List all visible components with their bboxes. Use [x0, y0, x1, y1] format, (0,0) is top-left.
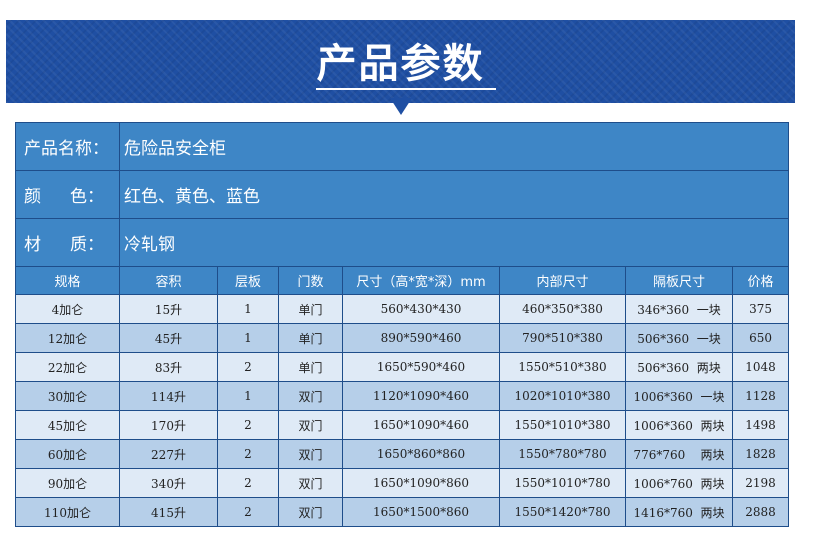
table-row: 45加仑 170升 2 双门 1650*1090*460 1550*1010*380 100… — [15, 410, 790, 440]
table-cell: 单门 — [278, 352, 343, 382]
table-cell: 460*350*380 — [499, 294, 626, 324]
table-cell: 776*760 两块 — [625, 439, 733, 469]
table-cell: 2 — [217, 497, 279, 527]
title-underline — [316, 88, 496, 90]
table-row: 60加仑 227升 2 双门 1650*860*860 1550*780*780 776*7… — [15, 439, 790, 469]
table-cell: 506*360 一块 — [625, 323, 733, 353]
table-cell: 1120*1090*460 — [342, 381, 500, 411]
table-cell: 890*590*460 — [342, 323, 500, 353]
table-cell: 双门 — [278, 439, 343, 469]
info-label: 颜色： — [15, 170, 120, 219]
table-cell: 30加仑 — [15, 381, 120, 411]
info-row-material: 材质： 冷轧钢 — [15, 218, 790, 267]
table-cell: 单门 — [278, 294, 343, 324]
info-value: 冷轧钢 — [118, 218, 790, 267]
table-cell: 15升 — [119, 294, 218, 324]
column-header: 容积 — [119, 266, 218, 295]
table-cell: 1550*780*780 — [499, 439, 626, 469]
table-cell: 1128 — [731, 381, 790, 411]
table-cell: 1 — [217, 323, 279, 353]
table-cell: 560*430*430 — [342, 294, 500, 324]
table-cell: 1650*1090*460 — [342, 410, 500, 440]
table-cell: 1006*360 两块 — [625, 410, 733, 440]
table-cell: 60加仑 — [15, 439, 120, 469]
table-cell: 1550*1010*780 — [499, 468, 626, 498]
column-header: 层板 — [217, 266, 279, 295]
table-cell: 双门 — [278, 468, 343, 498]
table-cell: 12加仑 — [15, 323, 120, 353]
column-header: 内部尺寸 — [499, 266, 626, 295]
table-cell: 650 — [731, 323, 790, 353]
table-cell: 375 — [731, 294, 790, 324]
table-cell: 1650*860*860 — [342, 439, 500, 469]
table-row: 22加仑 83升 2 单门 1650*590*460 1550*510*380 506*36… — [15, 352, 790, 382]
down-arrow-icon — [390, 98, 412, 115]
table-cell: 1048 — [731, 352, 790, 382]
table-cell: 22加仑 — [15, 352, 120, 382]
info-row-color: 颜色： 红色、黄色、蓝色 — [15, 170, 790, 219]
table-cell: 1650*590*460 — [342, 352, 500, 382]
table-cell: 1006*760 两块 — [625, 468, 733, 498]
column-header: 门数 — [278, 266, 343, 295]
info-value: 红色、黄色、蓝色 — [118, 170, 790, 219]
table-cell: 170升 — [119, 410, 218, 440]
table-cell: 1550*1010*380 — [499, 410, 626, 440]
table-cell: 双门 — [278, 497, 343, 527]
table-cell: 1828 — [731, 439, 790, 469]
table-cell: 45加仑 — [15, 410, 120, 440]
table-cell: 2 — [217, 439, 279, 469]
table-cell: 1020*1010*380 — [499, 381, 626, 411]
title-banner: 产品参数 — [6, 20, 795, 103]
table-cell: 2198 — [731, 468, 790, 498]
table-row: 90加仑 340升 2 双门 1650*1090*860 1550*1010*780 100… — [15, 468, 790, 498]
table-row: 30加仑 114升 1 双门 1120*1090*460 1020*1010*380 100… — [15, 381, 790, 411]
table-cell: 506*360 两块 — [625, 352, 733, 382]
table-cell: 1 — [217, 381, 279, 411]
table-cell: 90加仑 — [15, 468, 120, 498]
table-cell: 1650*1090*860 — [342, 468, 500, 498]
table-cell: 2 — [217, 410, 279, 440]
table-cell: 110加仑 — [15, 497, 120, 527]
column-header: 尺寸（高*宽*深）mm — [342, 266, 500, 295]
table-cell: 1550*1420*780 — [499, 497, 626, 527]
table-cell: 83升 — [119, 352, 218, 382]
spec-table: 产品名称： 危险品安全柜 颜色： 红色、黄色、蓝色 材质： 冷轧钢 规格 容积 … — [15, 122, 790, 527]
table-cell: 2888 — [731, 497, 790, 527]
table-cell: 单门 — [278, 323, 343, 353]
table-cell: 1550*510*380 — [499, 352, 626, 382]
info-label: 产品名称： — [15, 122, 120, 171]
table-cell: 双门 — [278, 410, 343, 440]
column-header: 规格 — [15, 266, 120, 295]
page-title: 产品参数 — [316, 41, 485, 87]
table-row: 12加仑 45升 1 单门 890*590*460 790*510*380 506*360 … — [15, 323, 790, 353]
table-row: 110加仑 415升 2 双门 1650*1500*860 1550*1420*780 14… — [15, 497, 790, 527]
column-header: 价格 — [731, 266, 790, 295]
table-cell: 790*510*380 — [499, 323, 626, 353]
table-cell: 2 — [217, 352, 279, 382]
info-label: 材质： — [15, 218, 120, 267]
table-cell: 340升 — [119, 468, 218, 498]
table-cell: 2 — [217, 468, 279, 498]
table-cell: 1 — [217, 294, 279, 324]
table-cell: 1006*360 一块 — [625, 381, 733, 411]
table-cell: 45升 — [119, 323, 218, 353]
table-header-row: 规格 容积 层板 门数 尺寸（高*宽*深）mm 内部尺寸 隔板尺寸 价格 — [15, 266, 790, 295]
table-cell: 114升 — [119, 381, 218, 411]
table-cell: 1498 — [731, 410, 790, 440]
table-cell: 1416*760 两块 — [625, 497, 733, 527]
table-cell: 4加仑 — [15, 294, 120, 324]
table-cell: 415升 — [119, 497, 218, 527]
table-cell: 双门 — [278, 381, 343, 411]
table-cell: 227升 — [119, 439, 218, 469]
table-cell: 1650*1500*860 — [342, 497, 500, 527]
table-row: 4加仑 15升 1 单门 560*430*430 460*350*380 346*360 一… — [15, 294, 790, 324]
column-header: 隔板尺寸 — [625, 266, 733, 295]
info-value: 危险品安全柜 — [118, 122, 790, 171]
table-cell: 346*360 一块 — [625, 294, 733, 324]
info-row-name: 产品名称： 危险品安全柜 — [15, 122, 790, 171]
